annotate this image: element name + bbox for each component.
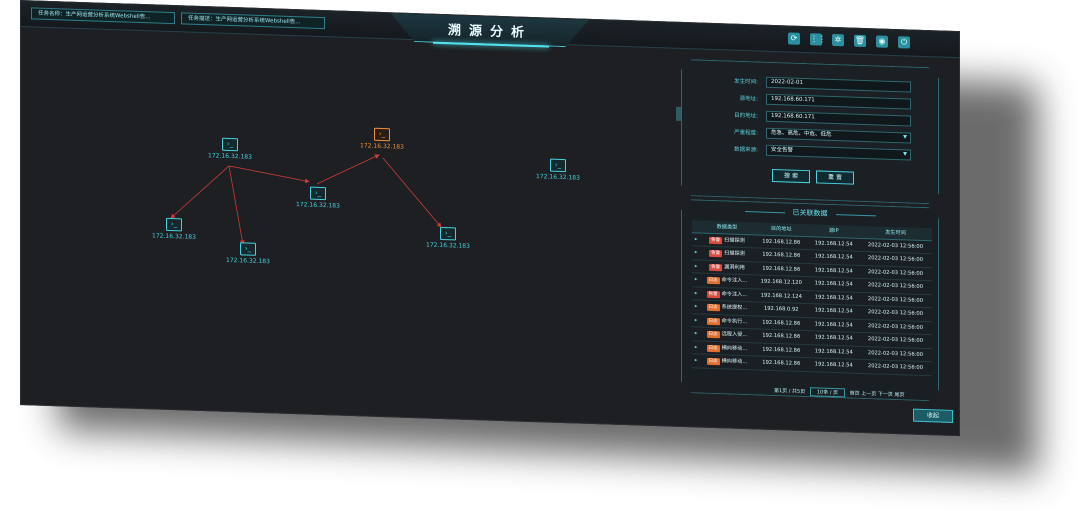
reset-button[interactable]: 重 置 bbox=[816, 170, 854, 184]
severity-select[interactable]: 危急、高危、中危、低危 ▼ bbox=[766, 128, 911, 144]
graph-node[interactable]: ›_ 172.16.32.183 bbox=[211, 241, 285, 265]
expand-row-icon[interactable]: ▸ bbox=[692, 273, 700, 287]
dest-address-cell: 192.168.12.86 bbox=[754, 356, 809, 371]
node-label: 172.16.32.183 bbox=[226, 256, 270, 266]
page-size-select[interactable]: 10条 / 页 bbox=[810, 387, 845, 397]
filter-row-time: 发生时间: 2022-02-01 bbox=[700, 75, 908, 94]
first-page-link[interactable]: 首页 bbox=[850, 391, 860, 397]
edge bbox=[382, 157, 442, 228]
expand-row-icon[interactable]: ▸ bbox=[692, 259, 700, 273]
filter-row-source-type: 数据来源: 安全告警 ▼ bbox=[700, 143, 908, 162]
source-ip-cell: 192.168.12.54 bbox=[809, 358, 859, 373]
filter-label: 严重程度: bbox=[734, 129, 758, 137]
node-label: 172.16.32.183 bbox=[360, 142, 404, 151]
monitor-icon: ›_ bbox=[222, 137, 238, 152]
source-tag: 日志 bbox=[708, 318, 718, 324]
fold-button[interactable]: 收起 bbox=[913, 408, 953, 423]
related-data-table: 数据类型 目的地址 源IP 发生时间 ▸ 告警 扫描探测 192.168.12.86 1… bbox=[692, 220, 932, 375]
source-tag: 日志 bbox=[708, 332, 718, 338]
monitor-icon: ›_ bbox=[374, 127, 390, 142]
event-name: 命令注入... bbox=[721, 277, 748, 285]
monitor-icon: ›_ bbox=[166, 217, 182, 232]
expand-row-icon[interactable]: ▸ bbox=[692, 313, 700, 327]
source-tag: 日志 bbox=[708, 305, 718, 311]
edge bbox=[228, 165, 310, 184]
source-tag: 告警 bbox=[708, 291, 718, 297]
filter-label: 发生时间: bbox=[734, 78, 758, 86]
expand-row-icon[interactable]: ▸ bbox=[692, 327, 700, 341]
last-page-link[interactable]: 尾页 bbox=[894, 392, 904, 398]
related-data-title: 已关联数据 bbox=[682, 204, 938, 222]
event-name: 命令注入... bbox=[721, 291, 748, 298]
page-summary: 第1页 / 共5页 bbox=[774, 388, 806, 396]
dest-address-input[interactable]: 192.168.60.171 bbox=[766, 111, 911, 127]
filter-row-severity: 严重程度: 危急、高危、中危、低危 ▼ bbox=[700, 126, 908, 145]
node-label: 172.16.32.183 bbox=[208, 152, 252, 161]
next-page-link[interactable]: 下一页 bbox=[878, 391, 893, 397]
data-source-select[interactable]: 安全告警 ▼ bbox=[766, 145, 911, 161]
graph-node[interactable]: ›_ 172.16.32.183 bbox=[137, 217, 211, 241]
node-label: 172.16.32.183 bbox=[152, 232, 196, 241]
graph-node-source[interactable]: ›_ 172.16.32.183 bbox=[345, 127, 419, 151]
graph-node[interactable]: ›_ 172.16.32.183 bbox=[281, 186, 355, 210]
expand-row-icon[interactable]: ▸ bbox=[692, 246, 700, 260]
event-name: 系统提权... bbox=[721, 304, 748, 312]
column-header bbox=[692, 220, 700, 232]
filter-label: 源地址: bbox=[739, 95, 758, 103]
monitor-icon: ›_ bbox=[240, 242, 256, 256]
time-input[interactable]: 2022-02-01 bbox=[766, 77, 911, 93]
graph-node[interactable]: ›_ 172.16.32.183 bbox=[411, 226, 485, 250]
source-address-input[interactable]: 192.168.60.171 bbox=[766, 94, 911, 110]
app-screen: 任务名称：生产网运营分析系统Webshell告... 任务描述：生产网运营分析系… bbox=[20, 0, 960, 437]
filter-panel: 发生时间: 2022-02-01 源地址: 192.168.60.171 目的地… bbox=[681, 59, 939, 205]
node-label: 172.16.32.183 bbox=[426, 241, 470, 250]
edge bbox=[170, 165, 230, 219]
monitor-icon: ›_ bbox=[550, 158, 566, 173]
event-name: 远程入侵... bbox=[721, 331, 748, 339]
source-tag: 日志 bbox=[708, 345, 718, 351]
graph-node[interactable]: ›_ 172.16.32.183 bbox=[193, 137, 267, 161]
chevron-down-icon: ▼ bbox=[903, 151, 907, 158]
event-name: 漏洞利用 bbox=[724, 264, 745, 271]
monitor-icon: ›_ bbox=[310, 186, 326, 201]
expand-row-icon[interactable]: ▸ bbox=[692, 340, 700, 354]
expand-row-icon[interactable]: ▸ bbox=[692, 354, 700, 368]
node-label: 172.16.32.183 bbox=[536, 173, 580, 182]
expand-row-icon[interactable]: ▸ bbox=[692, 232, 700, 246]
monitor-icon: ›_ bbox=[440, 226, 456, 241]
edge bbox=[228, 165, 245, 246]
filter-row-dest: 目的地址: 192.168.60.171 bbox=[700, 109, 908, 128]
source-tag: 告警 bbox=[711, 251, 721, 257]
source-tag: 告警 bbox=[711, 237, 721, 243]
edge bbox=[316, 154, 380, 185]
source-tag: 告警 bbox=[711, 264, 721, 270]
chevron-down-icon: ▼ bbox=[903, 134, 907, 141]
prev-page-link[interactable]: 上一页 bbox=[861, 391, 876, 397]
data-type-cell: 日志 横向移动... bbox=[700, 354, 754, 369]
time-cell: 2022-02-03 12:56:00 bbox=[859, 359, 932, 375]
event-name: 扫描探测 bbox=[724, 237, 745, 244]
related-data-panel: 已关联数据 数据类型 目的地址 源IP 发生时间 ▸ 告警 扫描探测 192.168.… bbox=[681, 199, 939, 402]
filter-row-source: 源地址: 192.168.60.171 bbox=[700, 92, 908, 111]
graph-node[interactable]: ›_ 172.16.32.183 bbox=[521, 158, 595, 182]
search-button[interactable]: 搜 索 bbox=[772, 169, 810, 183]
event-name: 横向移动... bbox=[721, 358, 748, 366]
event-name: 命令执行... bbox=[721, 318, 748, 325]
event-name: 扫描探测 bbox=[724, 250, 745, 258]
expand-row-icon[interactable]: ▸ bbox=[692, 300, 700, 314]
source-tag: 日志 bbox=[708, 359, 718, 365]
filter-label: 数据来源: bbox=[734, 146, 758, 154]
expand-row-icon[interactable]: ▸ bbox=[692, 286, 700, 300]
stage: 任务名称：生产网运营分析系统Webshell告... 任务描述：生产网运营分析系… bbox=[0, 0, 1080, 511]
filter-label: 目的地址: bbox=[734, 112, 758, 120]
source-tag: 日志 bbox=[708, 278, 718, 284]
event-name: 横向移动... bbox=[721, 345, 748, 352]
node-label: 172.16.32.183 bbox=[296, 201, 340, 210]
